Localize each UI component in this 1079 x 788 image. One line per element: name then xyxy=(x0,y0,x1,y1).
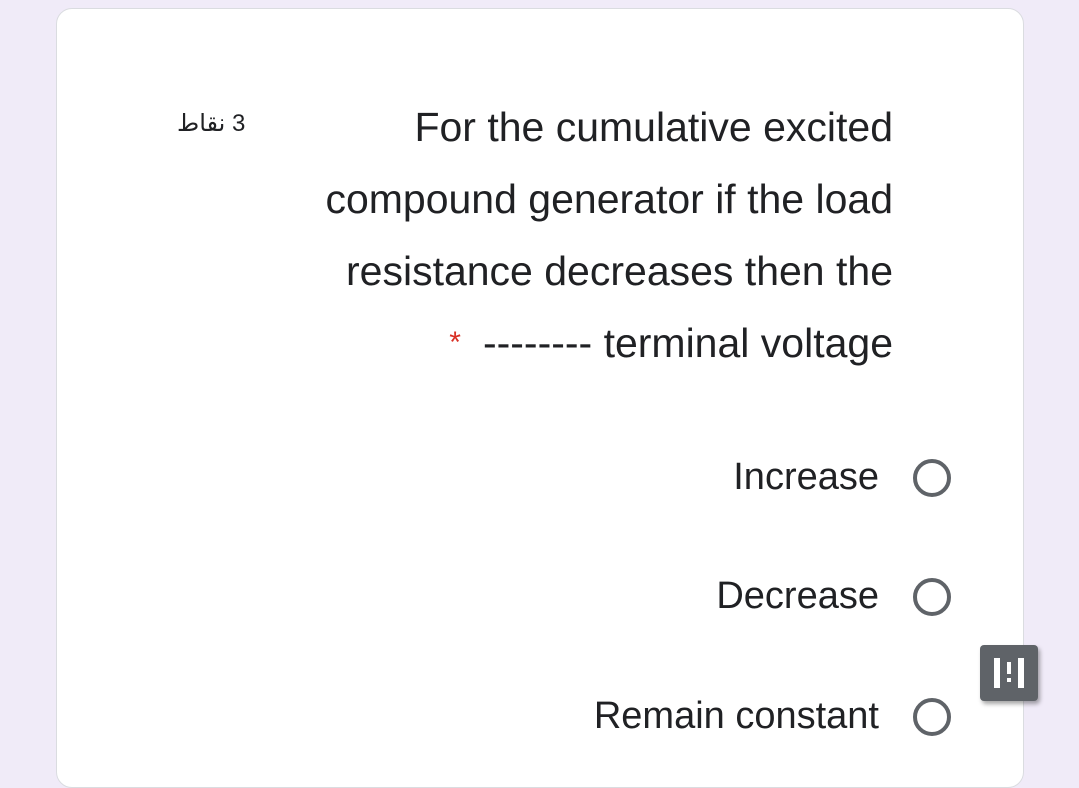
radio-button[interactable] xyxy=(913,577,951,616)
required-asterisk: * xyxy=(449,326,461,359)
question-line: compound generator if the load xyxy=(325,176,893,222)
question-line: resistance decreases then the xyxy=(346,248,893,294)
option-decrease[interactable]: Decrease xyxy=(716,575,951,618)
option-label: Remain constant xyxy=(593,695,879,737)
question-line: -------- terminal voltage xyxy=(482,320,893,366)
option-label: Decrease xyxy=(716,575,879,617)
question-line-last: * -------- terminal voltage xyxy=(173,307,893,379)
option-label: Increase xyxy=(733,456,879,498)
option-remain-constant[interactable]: Remain constant xyxy=(594,695,951,738)
question-card: 3 نقاط For the cumulative excited compou… xyxy=(56,8,1024,788)
option-increase[interactable]: Increase xyxy=(733,456,951,499)
floating-side-button[interactable] xyxy=(980,645,1038,701)
question-text: For the cumulative excited compound gene… xyxy=(173,91,893,379)
question-line: For the cumulative excited xyxy=(414,104,893,150)
radio-button[interactable] xyxy=(913,458,951,497)
radio-button[interactable] xyxy=(913,697,951,736)
import-question-icon xyxy=(994,658,1024,688)
